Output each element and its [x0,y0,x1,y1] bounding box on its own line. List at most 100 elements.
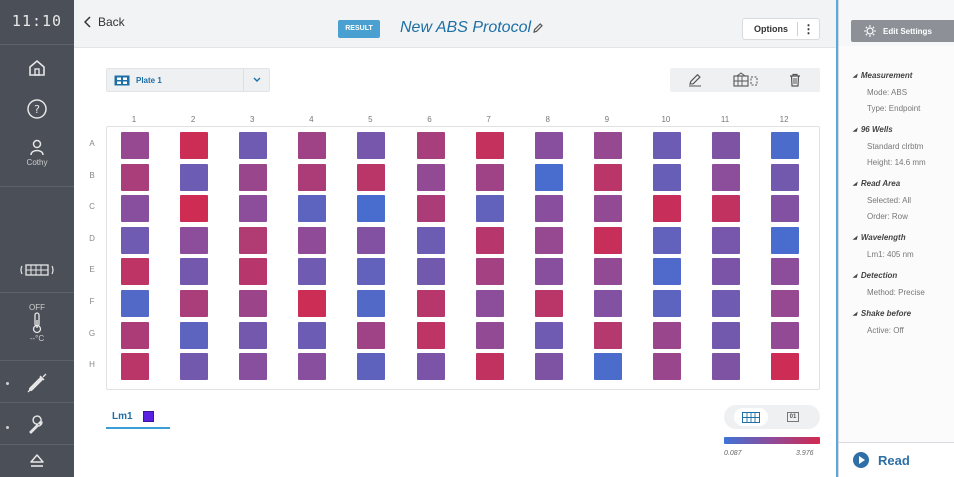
well-B10[interactable] [652,163,681,191]
well-G10[interactable] [652,321,681,349]
well-A8[interactable] [534,132,563,159]
column-header[interactable]: 3 [237,115,267,124]
row-label[interactable]: H [86,360,98,369]
home-button[interactable] [0,58,74,78]
well-G1[interactable] [121,321,149,349]
well-A12[interactable] [771,132,800,159]
well-C2[interactable] [180,195,209,223]
user-button[interactable]: Cothy [0,138,74,167]
well-E4[interactable] [298,258,327,286]
well-A9[interactable] [593,132,622,159]
well-A4[interactable] [298,132,327,159]
well-D1[interactable] [121,226,149,254]
well-G11[interactable] [712,321,740,349]
row-label[interactable]: A [86,139,98,148]
well-B11[interactable] [712,163,740,191]
plate-carrier-button[interactable] [0,262,74,278]
well-E9[interactable] [593,258,622,286]
well-G8[interactable] [534,321,563,349]
well-A10[interactable] [652,132,681,159]
well-A3[interactable] [239,132,268,159]
well-F5[interactable] [357,290,386,317]
well-F3[interactable] [239,290,268,317]
well-G5[interactable] [357,321,386,349]
well-F7[interactable] [475,290,504,317]
row-label[interactable]: B [86,171,98,180]
plate-selector[interactable]: Plate 1 [106,68,270,92]
numeric-view-button[interactable]: 01 [776,408,810,426]
well-D7[interactable] [475,226,504,254]
column-header[interactable]: 10 [651,115,681,124]
well-G9[interactable] [593,321,622,349]
row-label[interactable]: G [86,329,98,338]
delete-button[interactable] [770,73,820,87]
well-C11[interactable] [712,195,740,223]
well-C6[interactable] [416,195,445,223]
well-A1[interactable] [121,132,149,159]
temperature-button[interactable]: OFF --°C [0,303,74,343]
well-H1[interactable] [121,353,149,381]
well-E12[interactable] [771,258,800,286]
plate-grid[interactable] [106,126,820,390]
well-B7[interactable] [475,163,504,191]
well-H4[interactable] [298,353,327,381]
row-label[interactable]: C [86,202,98,211]
well-C9[interactable] [593,195,622,223]
back-button[interactable]: Back [84,15,125,29]
well-F11[interactable] [712,290,740,317]
read-button[interactable]: Read [839,442,954,477]
row-label[interactable]: E [86,265,98,274]
well-C10[interactable] [652,195,681,223]
column-header[interactable]: 11 [710,115,740,124]
eject-button[interactable] [0,452,74,470]
well-D9[interactable] [593,226,622,254]
well-F12[interactable] [771,290,800,317]
well-H9[interactable] [593,353,622,381]
column-header[interactable]: 9 [592,115,622,124]
well-B4[interactable] [298,163,327,191]
well-D11[interactable] [712,226,740,254]
options-button[interactable]: Options ⋮ [742,18,820,40]
well-E1[interactable] [121,258,149,286]
well-F4[interactable] [298,290,327,317]
row-label[interactable]: F [86,297,98,306]
column-header[interactable]: 1 [119,115,149,124]
well-H11[interactable] [712,353,740,381]
well-G4[interactable] [298,321,327,349]
well-F6[interactable] [416,290,445,317]
well-H7[interactable] [475,353,504,381]
column-header[interactable]: 8 [533,115,563,124]
well-E6[interactable] [416,258,445,286]
well-B1[interactable] [121,163,149,191]
well-E8[interactable] [534,258,563,286]
edit-button[interactable] [670,73,720,87]
well-H5[interactable] [357,353,386,381]
column-header[interactable]: 7 [474,115,504,124]
wavelength-tab-lm1[interactable]: Lm1 [106,405,170,429]
well-A11[interactable] [712,132,740,159]
well-F9[interactable] [593,290,622,317]
well-G12[interactable] [771,321,800,349]
well-D5[interactable] [357,226,386,254]
well-E11[interactable] [712,258,740,286]
heatmap-view-button[interactable] [734,408,768,426]
well-B2[interactable] [180,163,209,191]
maintenance-button[interactable] [0,414,74,436]
well-B6[interactable] [416,163,445,191]
edit-settings-button[interactable]: Edit Settings [851,20,954,42]
well-C5[interactable] [357,195,386,223]
well-C3[interactable] [239,195,268,223]
well-G6[interactable] [416,321,445,349]
well-D4[interactable] [298,226,327,254]
column-header[interactable]: 12 [769,115,799,124]
well-B3[interactable] [239,163,268,191]
well-E5[interactable] [357,258,386,286]
rename-protocol-button[interactable] [532,21,544,39]
well-A5[interactable] [357,132,386,159]
well-F2[interactable] [180,290,209,317]
column-header[interactable]: 6 [415,115,445,124]
well-G7[interactable] [475,321,504,349]
well-D10[interactable] [652,226,681,254]
well-E10[interactable] [652,258,681,286]
well-C7[interactable] [475,195,504,223]
